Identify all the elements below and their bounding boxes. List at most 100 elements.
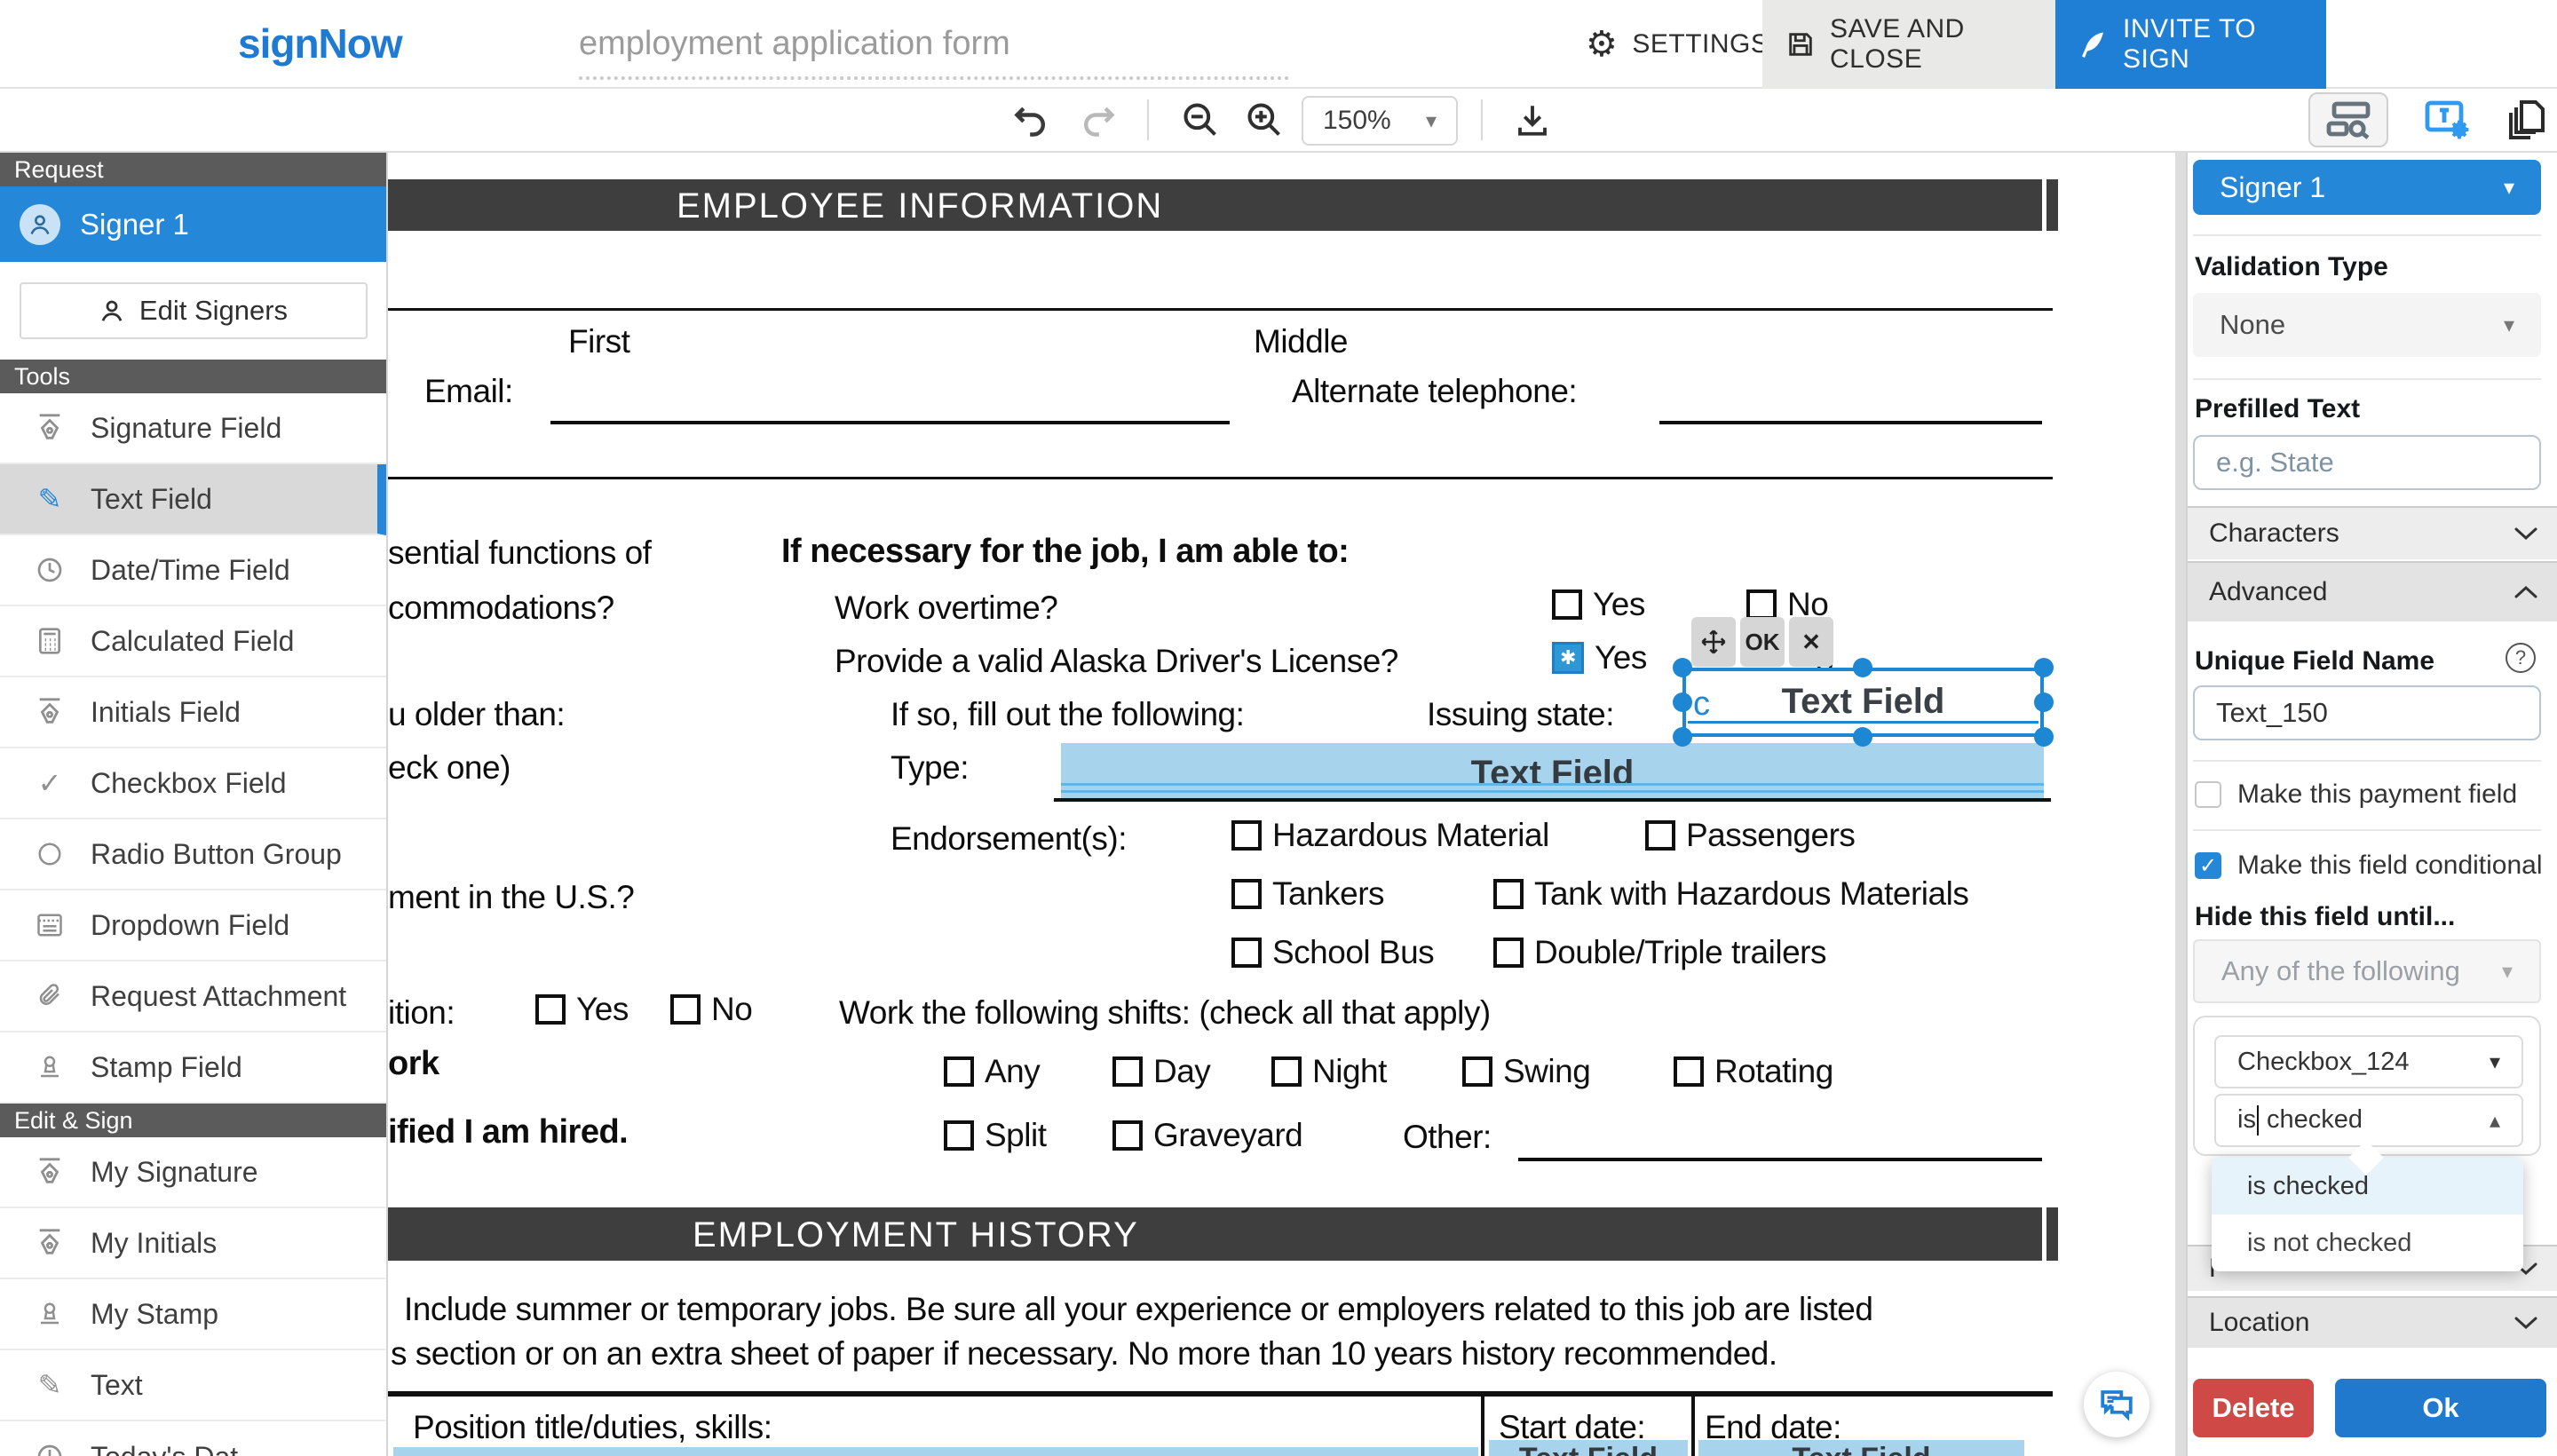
type-text-field[interactable]: Text Field [1061,743,2044,798]
field-ok-button[interactable]: OK [1740,617,1785,667]
invite-to-sign-button[interactable]: INVITE TO SIGN [2055,0,2326,89]
location-section-header[interactable]: Location [2188,1296,2557,1348]
sidebar-item-text-field[interactable]: ✎ Text Field [0,464,386,535]
endorse-school-bus[interactable]: School Bus [1231,934,1434,971]
sidebar-item-my-initials[interactable]: My Initials [0,1208,386,1279]
position-yes[interactable]: Yes [535,991,629,1028]
end-date-text-field[interactable]: Text Field [1698,1440,2024,1456]
payment-field-row[interactable]: Make this payment field [2195,779,2517,810]
move-icon[interactable] [1691,617,1736,667]
resize-handle-se[interactable] [2034,727,2054,747]
edit-signers-button[interactable]: Edit Signers [20,282,368,339]
any-of-select[interactable]: Any of the following ▾ [2193,939,2541,1003]
label-provide-license: Provide a valid Alaska Driver's License? [835,643,1398,680]
download-button[interactable] [1502,89,1563,151]
shift-any[interactable]: Any [944,1053,1040,1090]
checkbox-checked[interactable]: ✓ [2195,852,2221,879]
validation-type-select[interactable]: None ▾ [2193,293,2541,357]
shift-swing[interactable]: Swing [1462,1053,1590,1090]
condition-value-combobox[interactable]: is checked ▴ [2214,1094,2523,1147]
checkbox [1112,1120,1143,1151]
label-work-overtime: Work overtime? [835,590,1057,627]
label-if-so: If so, fill out the following: [891,696,1244,733]
resize-handle-w[interactable] [1673,692,1692,712]
calculator-icon [32,627,67,655]
start-date-text-field[interactable]: Text Field [1489,1440,1688,1456]
sidebar-item-signature-field[interactable]: Signature Field [0,393,386,464]
endorse-double-triple[interactable]: Double/Triple trailers [1493,934,1826,971]
fields-overview-button[interactable] [2308,92,2388,147]
condition-options-popup: is checked is not checked [2212,1158,2523,1271]
sidebar-item-radio-group[interactable]: Radio Button Group [0,819,386,890]
resize-handle-nw[interactable] [1673,658,1692,677]
option-is-checked[interactable]: is checked [2212,1158,2523,1215]
table-top-border [388,1391,2053,1397]
position-text-field[interactable] [393,1447,1478,1456]
resize-handle-s[interactable] [1853,727,1872,747]
shift-rotating[interactable]: Rotating [1674,1053,1833,1090]
resize-handle-ne[interactable] [2034,658,2054,677]
delete-button[interactable]: Delete [2193,1379,2314,1437]
sidebar-item-my-signature[interactable]: My Signature [0,1137,386,1208]
sidebar-item-dropdown-field[interactable]: Dropdown Field [0,890,386,961]
sidebar-item-my-stamp[interactable]: My Stamp [0,1279,386,1350]
checkbox [1493,938,1524,968]
chat-fab-button[interactable] [2084,1372,2149,1437]
settings-button[interactable]: ⚙ SETTINGS [1586,0,1769,89]
signnow-logo[interactable]: signNow [238,20,402,67]
document-title[interactable]: employment application form [579,25,1289,63]
redo-button[interactable] [1069,89,1126,151]
sidebar-item-datetime-field[interactable]: Date/Time Field [0,535,386,606]
undo-button[interactable] [1003,89,1060,151]
section-header-band: EMPLOYEE INFORMATION [388,179,2042,231]
endorse-tankers[interactable]: Tankers [1231,875,1384,913]
checkbox-unchecked[interactable] [2195,781,2221,808]
signer-avatar [20,204,60,245]
sidebar-item-initials-field[interactable]: Initials Field [0,677,386,748]
overtime-yes[interactable]: Yes [1552,586,1645,623]
sidebar-item-todays-date[interactable]: Today's Dat [0,1421,386,1456]
condition-field-select[interactable]: Checkbox_124 ▾ [2214,1035,2523,1088]
help-icon[interactable]: ? [2506,643,2536,673]
zoom-out-button[interactable] [1170,89,1231,151]
resize-handle-e[interactable] [2034,692,2054,712]
zoom-level-select[interactable]: 150% ▾ [1302,96,1458,146]
sidebar-item-checkbox-field[interactable]: ✓ Checkbox Field [0,748,386,819]
top-bar: signNow employment application form ⚙ SE… [0,0,2557,89]
zoom-in-button[interactable] [1234,89,1294,151]
shift-day[interactable]: Day [1112,1053,1210,1090]
caret-down-icon: ▾ [2502,959,2513,985]
option-is-not-checked[interactable]: is not checked [2212,1215,2523,1271]
sidebar-item-text[interactable]: ✎ Text [0,1350,386,1421]
field-settings-button[interactable] [2424,99,2472,140]
sidebar-item-calculated-field[interactable]: Calculated Field [0,606,386,677]
resize-handle-n[interactable] [1853,658,1872,677]
signer-row[interactable]: Signer 1 [0,186,386,262]
endorse-tank-hazmat[interactable]: Tank with Hazardous Materials [1493,875,1968,913]
shift-night[interactable]: Night [1271,1053,1387,1090]
endorse-passengers[interactable]: Passengers [1645,817,1855,854]
alt-phone-line [1659,421,2042,424]
sidebar-item-request-attachment[interactable]: Request Attachment [0,961,386,1033]
unique-field-name-label: Unique Field Name [2195,646,2434,677]
ok-button[interactable]: Ok [2335,1379,2546,1437]
license-yes[interactable]: ✱ Yes [1552,639,1647,677]
shift-split[interactable]: Split [944,1117,1046,1154]
field-close-button[interactable]: ✕ [1789,617,1833,667]
sidebar-item-stamp-field[interactable]: Stamp Field [0,1033,386,1104]
prefilled-text-input[interactable]: e.g. State [2193,435,2541,490]
save-and-close-button[interactable]: SAVE AND CLOSE [1762,0,2055,89]
endorse-hazmat[interactable]: Hazardous Material [1231,817,1549,854]
label-first: First [568,323,629,360]
resize-handle-sw[interactable] [1673,727,1692,747]
advanced-section-header[interactable]: Advanced [2188,561,2557,621]
conditional-field-row[interactable]: ✓ Make this field conditional [2195,851,2543,881]
position-no[interactable]: No [670,991,752,1028]
tools-header: Tools [0,360,386,393]
characters-section-header[interactable]: Characters [2188,506,2557,559]
panel-signer-select[interactable]: Signer 1 ▾ [2193,160,2541,215]
unique-field-name-input[interactable]: Text_150 [2193,685,2541,740]
shift-graveyard[interactable]: Graveyard [1112,1117,1302,1154]
paperclip-icon [32,983,67,1009]
pages-button[interactable] [2507,99,2548,141]
